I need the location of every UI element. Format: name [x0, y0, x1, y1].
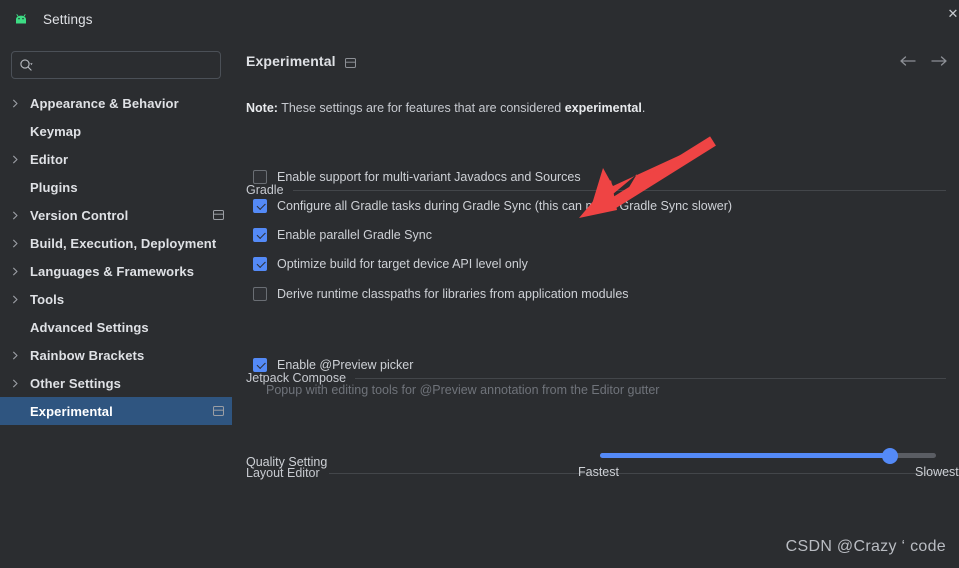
sidebar-item-other-settings[interactable]: Other Settings: [0, 369, 232, 397]
sidebar-item-build-execution-deployment[interactable]: Build, Execution, Deployment: [0, 229, 232, 257]
chevron-right-icon[interactable]: [11, 295, 20, 304]
arrow-left-icon[interactable]: [899, 54, 917, 68]
expand-toggle[interactable]: [0, 239, 30, 248]
note-suffix: .: [641, 101, 646, 115]
group-divider: [355, 377, 946, 379]
expand-toggle[interactable]: [0, 155, 30, 164]
chevron-right-icon[interactable]: [11, 379, 20, 388]
focus-ring: [250, 196, 270, 216]
sidebar-item-plugins[interactable]: Plugins: [0, 173, 232, 201]
sidebar-item-tools[interactable]: Tools: [0, 285, 232, 313]
settings-sidebar: Appearance & Behavior Keymap Editor Plugins…: [0, 39, 232, 568]
checkbox-checked[interactable]: [250, 196, 270, 216]
expand-toggle[interactable]: [0, 351, 30, 360]
sidebar-tree: Appearance & Behavior Keymap Editor Plugins…: [0, 89, 232, 425]
slider-min-label: Fastest: [578, 465, 619, 479]
checkbox-label: Enable @Preview picker: [277, 358, 414, 372]
checkbox-row[interactable]: Configure all Gradle tasks during Gradle…: [250, 196, 733, 216]
checkbox-label: Configure all Gradle tasks during Gradle…: [277, 199, 733, 213]
slider-fill: [600, 453, 890, 458]
search-input[interactable]: [38, 58, 213, 72]
sidebar-item-label: Advanced Settings: [30, 319, 149, 335]
note-emphasis: experimental: [564, 101, 642, 115]
checkbox-checked[interactable]: [253, 358, 267, 372]
window-title: Settings: [43, 12, 93, 27]
sidebar-item-label: Appearance & Behavior: [30, 95, 179, 111]
slider-label: Quality Setting: [246, 455, 328, 469]
expand-toggle[interactable]: [0, 295, 30, 304]
search-icon: [20, 58, 33, 71]
note-prefix: Note:: [246, 101, 278, 115]
expand-toggle[interactable]: [0, 379, 30, 388]
expand-toggle[interactable]: [0, 99, 30, 108]
checkbox-hint-text: Popup with editing tools for @Preview an…: [266, 383, 660, 397]
nav-arrows: [899, 53, 959, 73]
arrow-right-icon[interactable]: [930, 54, 948, 68]
sidebar-item-languages-frameworks[interactable]: Languages & Frameworks: [0, 257, 232, 285]
group-divider: [292, 189, 946, 191]
checkbox-checked[interactable]: [253, 228, 267, 242]
chevron-right-icon[interactable]: [11, 99, 20, 108]
sidebar-item-label: Keymap: [30, 123, 82, 139]
page-title: Experimental: [246, 53, 336, 69]
sidebar-item-advanced-settings[interactable]: Advanced Settings: [0, 313, 232, 341]
chevron-right-icon[interactable]: [11, 239, 20, 248]
chevron-right-icon[interactable]: [11, 155, 20, 164]
search-field[interactable]: [11, 51, 221, 79]
close-icon[interactable]: ✕: [945, 6, 959, 22]
note-text: Note: These settings are for features th…: [246, 101, 645, 115]
checkbox-label: Optimize build for target device API lev…: [277, 257, 528, 271]
content-header: Experimental: [232, 39, 959, 79]
checkbox-row[interactable]: Optimize build for target device API lev…: [253, 254, 528, 274]
project-scope-icon: [213, 210, 224, 220]
watermark: CSDN @Crazy ‘ code: [785, 538, 946, 555]
checkbox-row[interactable]: Enable support for multi-variant Javadoc…: [253, 167, 581, 187]
sidebar-item-label: Tools: [30, 291, 65, 307]
sidebar-item-rainbow-brackets[interactable]: Rainbow Brackets: [0, 341, 232, 369]
sidebar-item-label: Experimental: [30, 403, 113, 419]
sidebar-item-label: Version Control: [30, 207, 129, 223]
chevron-right-icon[interactable]: [11, 267, 20, 276]
sidebar-item-label: Plugins: [30, 179, 78, 195]
sidebar-item-label: Editor: [30, 151, 69, 167]
checkbox-row[interactable]: Enable parallel Gradle Sync: [253, 225, 432, 245]
checkbox-unchecked[interactable]: [253, 287, 267, 301]
chevron-right-icon[interactable]: [11, 351, 20, 360]
project-scope-icon: [345, 58, 356, 68]
checkbox-row[interactable]: Derive runtime classpaths for libraries …: [253, 284, 629, 304]
checkbox-label: Enable support for multi-variant Javadoc…: [277, 170, 581, 184]
slider-thumb[interactable]: [882, 448, 898, 464]
sidebar-item-experimental[interactable]: Experimental: [0, 397, 232, 425]
sidebar-item-label: Languages & Frameworks: [30, 263, 195, 279]
sidebar-item-keymap[interactable]: Keymap: [0, 117, 232, 145]
android-robot-icon: [16, 13, 26, 23]
checkbox-label: Derive runtime classpaths for libraries …: [277, 287, 629, 301]
title-bar: Settings ✕: [0, 0, 959, 40]
quality-setting-slider[interactable]: [600, 448, 936, 464]
chevron-right-icon[interactable]: [11, 211, 20, 220]
checkbox-row[interactable]: Enable @Preview picker: [253, 355, 413, 375]
expand-toggle[interactable]: [0, 211, 30, 220]
note-middle: These settings are for features that are…: [277, 101, 565, 115]
project-scope-icon: [213, 406, 224, 416]
checkbox-label: Enable parallel Gradle Sync: [277, 228, 432, 242]
expand-toggle[interactable]: [0, 267, 30, 276]
sidebar-item-label: Other Settings: [30, 375, 121, 391]
sidebar-item-editor[interactable]: Editor: [0, 145, 232, 173]
slider-max-label: Slowest: [915, 465, 959, 479]
group-divider: [328, 472, 946, 474]
sidebar-item-label: Rainbow Brackets: [30, 347, 145, 363]
sidebar-item-appearance-behavior[interactable]: Appearance & Behavior: [0, 89, 232, 117]
checkbox-unchecked[interactable]: [253, 170, 267, 184]
checkbox-checked[interactable]: [253, 257, 267, 271]
sidebar-item-version-control[interactable]: Version Control: [0, 201, 232, 229]
sidebar-item-label: Build, Execution, Deployment: [30, 235, 217, 251]
